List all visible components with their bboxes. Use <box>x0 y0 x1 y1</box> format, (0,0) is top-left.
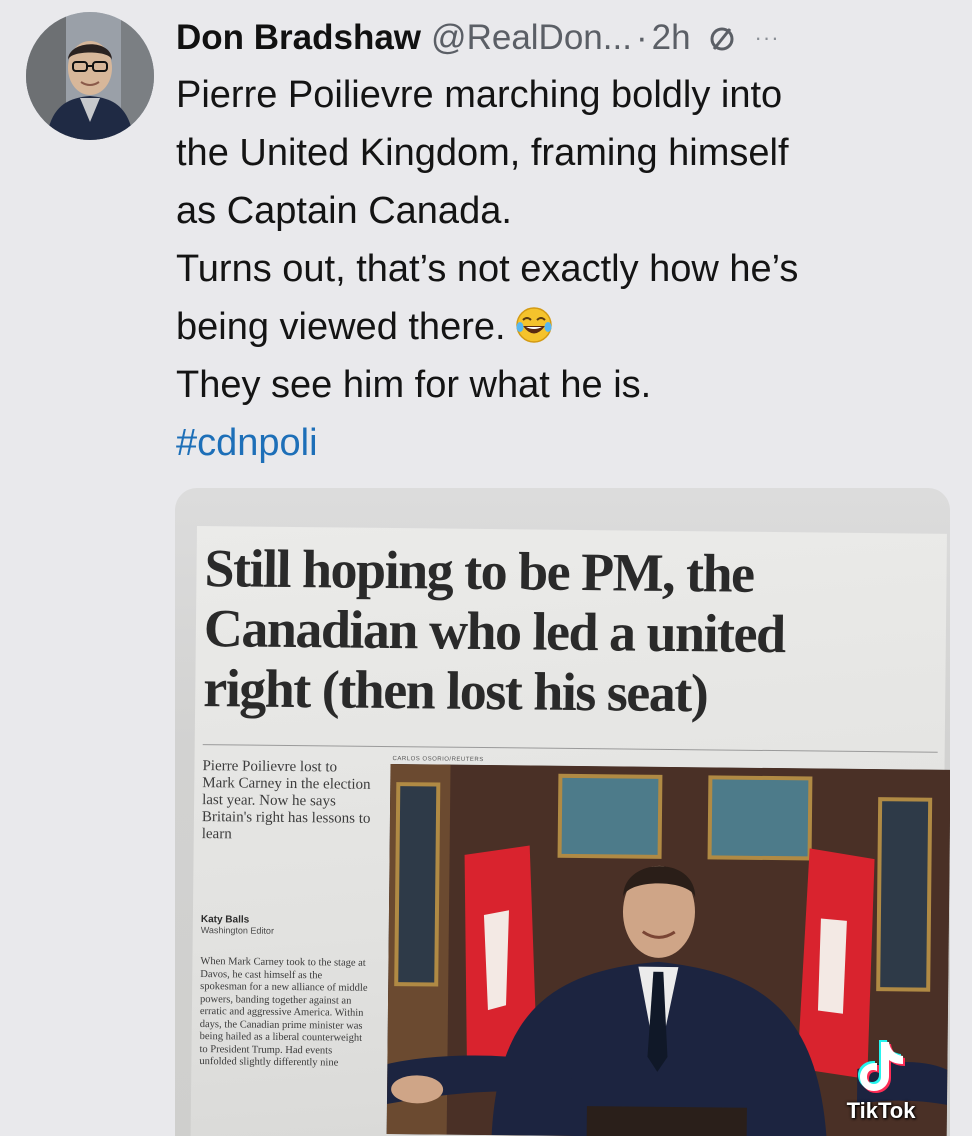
headline-line: Canadian who led a united <box>203 598 785 665</box>
byline: Katy Balls Washington Editor <box>201 914 371 937</box>
standfirst: Pierre Poilievre lost to Mark Carney in … <box>201 758 371 843</box>
photo-credit: CARLOS OSORIO/REUTERS <box>392 756 484 764</box>
hashtag-link[interactable]: #cdnpoli <box>176 414 956 472</box>
grok-icon[interactable] <box>707 23 737 53</box>
divider <box>202 744 938 753</box>
author-handle[interactable]: @RealDon... <box>431 18 632 58</box>
tiktok-label: TikTok <box>846 1098 916 1123</box>
tweet-line: They see him for what he is. <box>176 364 652 406</box>
headline-line: Still hoping to be PM, the <box>204 538 754 604</box>
avatar[interactable] <box>26 12 154 140</box>
tiktok-icon <box>858 1040 905 1093</box>
author-name[interactable]: Don Bradshaw <box>176 18 421 58</box>
tweet-line: Pierre Poilievre marching boldly into <box>176 74 783 116</box>
tweet-header: Don Bradshaw @RealDon... · 2h ··· <box>176 12 956 64</box>
tiktok-watermark: TikTok <box>826 1036 936 1124</box>
separator: · <box>635 18 648 57</box>
tweet-line: being viewed there. <box>176 306 506 348</box>
tweet-media-image[interactable]: Still hoping to be PM, the Canadian who … <box>175 488 950 1136</box>
tweet: Don Bradshaw @RealDon... · 2h ··· Pierre… <box>0 0 972 1136</box>
article-text: When Mark Carney took to the stage at Da… <box>199 956 368 1069</box>
timestamp[interactable]: 2h <box>652 18 691 58</box>
tweet-text: Pierre Poilievre marching boldly into th… <box>176 66 956 472</box>
tweet-line: as Captain Canada. <box>176 190 512 232</box>
headline-line: right (then lost his seat) <box>202 658 708 724</box>
tweet-line: the United Kingdom, framing himself <box>176 132 789 174</box>
tweet-line-with-emoji: being viewed there. <box>176 298 956 356</box>
newspaper-headline: Still hoping to be PM, the Canadian who … <box>203 538 945 726</box>
byline-role: Washington Editor <box>200 925 275 936</box>
more-icon[interactable]: ··· <box>755 25 780 51</box>
laughing-emoji-icon <box>514 304 554 344</box>
tweet-line: Turns out, that’s not exactly how he’s <box>176 248 799 290</box>
